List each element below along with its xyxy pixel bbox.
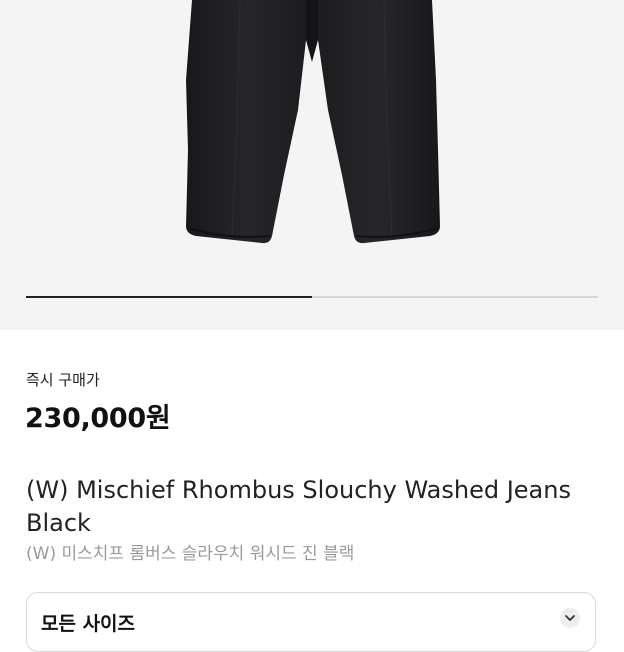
product-image-area[interactable] [0,0,624,330]
product-subtitle-korean: (W) 미스치프 롬버스 슬라우치 워시드 진 블랙 [26,544,355,564]
size-select-label: 모든 사이즈 [41,613,136,635]
gallery-progress-fill [26,296,312,298]
price-value: 230,000원 [25,403,171,434]
product-title: (W) Mischief Rhombus Slouchy Washed Jean… [26,476,571,537]
size-select-dropdown[interactable]: 모든 사이즈 [26,592,596,652]
black-jeans-image[interactable] [0,0,624,330]
instant-buy-price-label: 즉시 구매가 [26,371,100,389]
chevron-down-icon [560,608,580,628]
gallery-progress-bar [26,296,598,298]
